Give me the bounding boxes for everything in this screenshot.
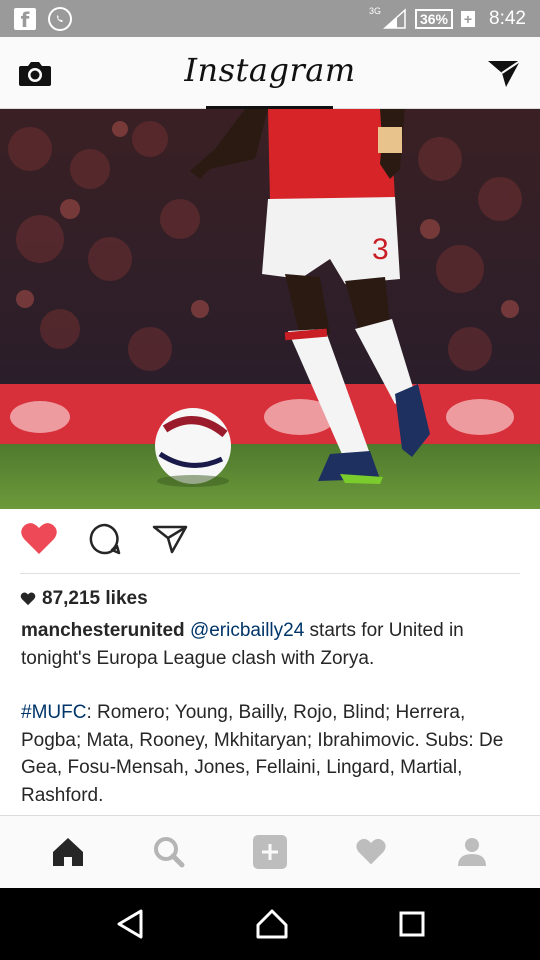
caption-lineup-paragraph: #MUFC: Romero; Young, Bailly, Rojo, Blin…: [21, 699, 526, 809]
profile-icon: [457, 838, 486, 866]
caption-hashtag[interactable]: #MUFC: [21, 702, 86, 723]
activity-icon: [356, 838, 386, 865]
caption-lineup: : Romero; Young, Bailly, Rojo, Blind; He…: [21, 702, 504, 806]
comment-icon[interactable]: [88, 522, 122, 556]
status-bar: f 3G 36% + 8:42: [0, 0, 540, 37]
back-icon[interactable]: [115, 908, 145, 940]
clock: 8:42: [489, 7, 526, 29]
football-photo: 3: [0, 109, 540, 509]
facebook-icon: f: [14, 7, 36, 32]
search-icon: [154, 837, 185, 868]
tab-profile[interactable]: [442, 827, 502, 877]
likes-text: 87,215 likes: [42, 588, 148, 609]
app-title: Instagram: [184, 51, 356, 89]
tab-activity[interactable]: [341, 827, 401, 877]
app-header: Instagram: [0, 37, 540, 109]
charging-icon: +: [461, 10, 476, 27]
divider: [20, 573, 520, 574]
signal-icon: [383, 7, 406, 29]
network-type: 3G: [368, 5, 381, 16]
system-nav-bar: [0, 888, 540, 960]
bottom-tab-bar: [0, 815, 540, 888]
home-icon: [53, 838, 84, 866]
direct-message-icon[interactable]: [486, 57, 522, 89]
whatsapp-icon: [48, 6, 72, 31]
recents-icon[interactable]: [399, 911, 425, 937]
battery-icon: 36%: [414, 8, 454, 29]
battery-level: 36%: [419, 10, 449, 27]
small-heart-icon: [20, 592, 36, 606]
post-actions: [20, 522, 188, 556]
caption-mention[interactable]: @ericbailly24: [190, 620, 304, 641]
svg-text:3: 3: [372, 233, 389, 266]
heart-icon[interactable]: [20, 522, 58, 556]
tab-search[interactable]: [139, 827, 199, 877]
post-caption: manchesterunited @ericbailly24 starts fo…: [21, 617, 526, 836]
likes-count[interactable]: 87,215 likes: [20, 588, 148, 610]
caption-first-paragraph: manchesterunited @ericbailly24 starts fo…: [21, 617, 526, 672]
caption-username[interactable]: manchesterunited: [21, 620, 185, 641]
tab-home[interactable]: [38, 827, 98, 877]
tab-add[interactable]: [240, 827, 300, 877]
home-button-icon[interactable]: [256, 908, 288, 940]
add-icon: [252, 835, 287, 869]
post-image[interactable]: 3: [0, 109, 540, 509]
share-icon[interactable]: [152, 523, 188, 555]
